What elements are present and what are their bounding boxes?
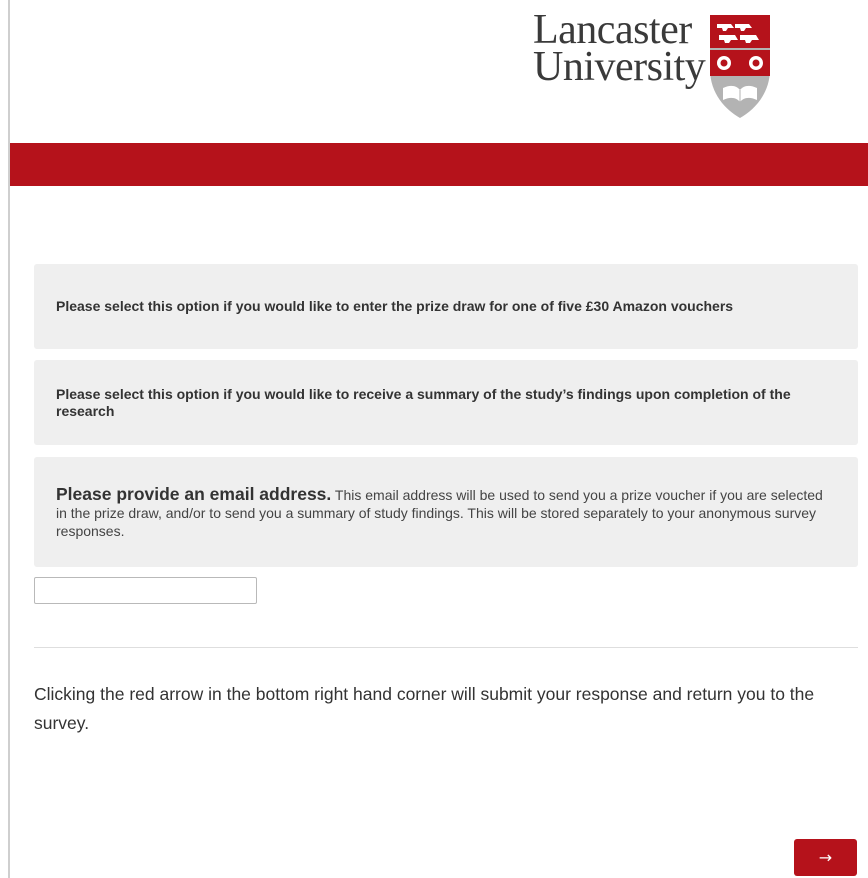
email-question-heading: Please provide an email address. [56, 483, 332, 504]
logo-wordmark: Lancaster University [533, 9, 706, 90]
section-divider [34, 647, 858, 648]
email-question: Please provide an email address. This em… [34, 457, 858, 567]
next-button[interactable]: → [794, 839, 857, 876]
left-border [8, 0, 10, 878]
instructions-text: Clicking the red arrow in the bottom rig… [34, 684, 815, 733]
summary-option[interactable]: Please select this option if you would l… [34, 360, 858, 445]
survey-page: Lancaster University Please select this … [0, 0, 868, 878]
summary-label: Please select this option if you would l… [56, 385, 791, 419]
lancaster-university-logo: Lancaster University [533, 9, 771, 119]
email-question-text: Please provide an email address. This em… [56, 485, 836, 540]
prize-draw-option[interactable]: Please select this option if you would l… [34, 264, 858, 349]
crest-icon [710, 15, 771, 118]
logo-line-2: University [533, 44, 706, 90]
header-band [10, 143, 868, 186]
email-field[interactable] [34, 577, 257, 604]
prize-draw-label: Please select this option if you would l… [56, 298, 734, 314]
arrow-right-icon: → [818, 848, 833, 867]
